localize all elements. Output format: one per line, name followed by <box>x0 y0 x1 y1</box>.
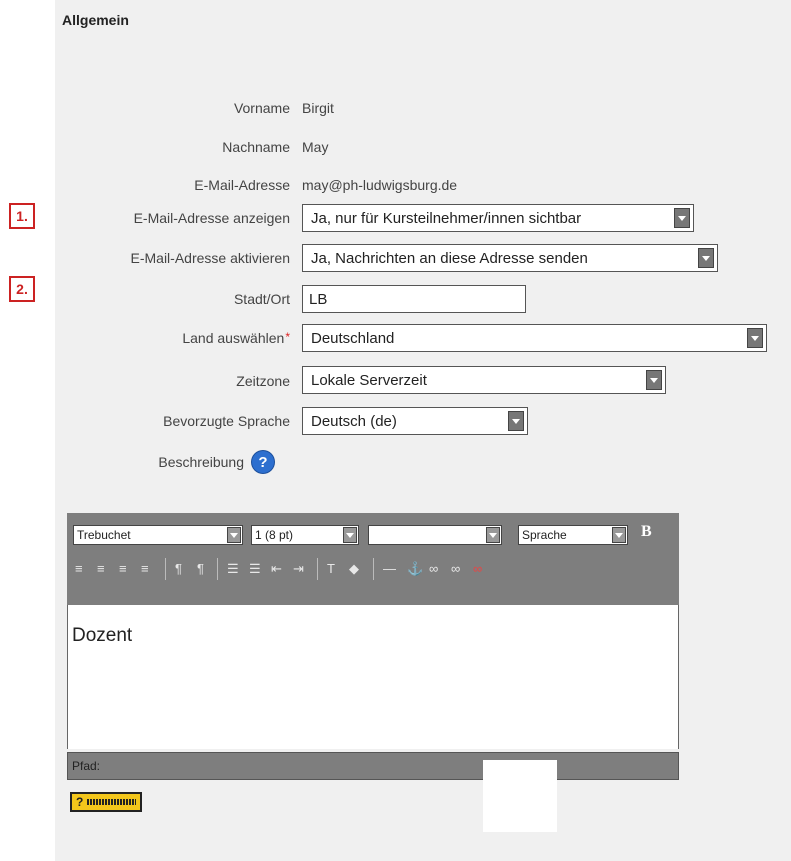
editor-toolbar: Trebuchet 1 (8 pt) Sprache B ≡ ≡ ≡ ≡ ¶ ¶… <box>67 513 679 605</box>
indent-icon[interactable]: ⇥ <box>293 561 304 577</box>
email-display-label: E-Mail-Adresse anzeigen <box>133 210 290 226</box>
text-color-icon[interactable]: T <box>327 561 335 576</box>
html-editor: Trebuchet 1 (8 pt) Sprache B ≡ ≡ ≡ ≡ ¶ ¶… <box>67 513 679 780</box>
background-color-icon[interactable]: ◆ <box>349 561 359 577</box>
description-label: Beschreibung <box>158 454 244 470</box>
horizontal-rule-icon[interactable]: — <box>383 561 396 576</box>
language-label: Bevorzugte Sprache <box>163 413 290 429</box>
align-center-icon[interactable]: ≡ <box>97 561 105 576</box>
city-label: Stadt/Ort <box>233 291 290 307</box>
no-link-icon[interactable]: ∞ <box>473 561 482 576</box>
font-family-select[interactable]: Trebuchet <box>73 525 243 545</box>
required-marker: * <box>285 330 290 344</box>
chevron-down-icon[interactable] <box>227 527 241 543</box>
bold-button[interactable]: B <box>641 523 652 541</box>
toolbar-divider <box>165 558 166 580</box>
question-circle-icon[interactable]: ? <box>252 451 274 473</box>
unordered-list-icon[interactable]: ☰ <box>249 561 261 577</box>
toolbar-divider <box>317 558 318 580</box>
firstname-label: Vorname <box>233 100 290 116</box>
email-enable-label: E-Mail-Adresse aktivieren <box>130 250 291 266</box>
language-select-editor[interactable]: Sprache <box>518 525 628 545</box>
ordered-list-icon[interactable]: ☰ <box>227 561 239 577</box>
email-enable-select[interactable]: Ja, Nachrichten an diese Adresse senden <box>302 244 718 272</box>
editor-statusbar: Pfad: <box>67 752 679 780</box>
toolbar-divider <box>217 558 218 580</box>
outdent-icon[interactable]: ⇤ <box>271 561 282 577</box>
chevron-down-icon[interactable] <box>508 411 524 431</box>
chevron-down-icon[interactable] <box>612 527 626 543</box>
chevron-down-icon[interactable] <box>486 527 500 543</box>
country-value: Deutschland <box>311 329 395 347</box>
align-right-icon[interactable]: ≡ <box>119 561 127 576</box>
font-size-value: 1 (8 pt) <box>255 528 294 542</box>
toolbar-divider <box>373 558 374 580</box>
email-display-select[interactable]: Ja, nur für Kursteilnehmer/innen sichtba… <box>302 204 694 232</box>
firstname-value: Birgit <box>302 100 334 116</box>
lastname-label: Nachname <box>222 139 290 155</box>
chevron-down-icon[interactable] <box>698 248 714 268</box>
font-family-value: Trebuchet <box>77 528 131 542</box>
marker-1: 1. <box>9 203 35 229</box>
link-icon[interactable]: ∞ <box>429 561 438 576</box>
align-left-icon[interactable]: ≡ <box>75 561 83 576</box>
email-display-value: Ja, nur für Kursteilnehmer/innen sichtba… <box>311 209 582 227</box>
help-badge-label: ? <box>76 795 84 809</box>
align-justify-icon[interactable]: ≡ <box>141 561 149 576</box>
language-value: Deutsch (de) <box>311 412 397 430</box>
anchor-icon[interactable]: ⚓ <box>407 561 423 577</box>
editor-help-button[interactable]: ? <box>70 792 142 812</box>
country-label-text: Land auswählen <box>182 330 285 346</box>
editor-language-value: Sprache <box>522 528 567 542</box>
language-select[interactable]: Deutsch (de) <box>302 407 528 435</box>
chevron-down-icon[interactable] <box>747 328 763 348</box>
path-label: Pfad: <box>72 759 101 773</box>
keyboard-icon <box>87 799 136 805</box>
editor-content[interactable]: Dozent <box>67 605 679 749</box>
rtl-icon[interactable]: ¶ <box>197 561 204 576</box>
timezone-label: Zeitzone <box>236 373 290 389</box>
marker-2: 2. <box>9 276 35 302</box>
country-select[interactable]: Deutschland <box>302 324 767 352</box>
email-value: may@ph-ludwigsburg.de <box>302 177 458 193</box>
chevron-down-icon[interactable] <box>674 208 690 228</box>
ltr-icon[interactable]: ¶ <box>175 561 182 576</box>
lastname-value: May <box>302 139 329 155</box>
unlink-icon[interactable]: ∞ <box>451 561 460 576</box>
chevron-down-icon[interactable] <box>343 527 357 543</box>
section-title: Allgemein <box>62 12 129 28</box>
email-enable-value: Ja, Nachrichten an diese Adresse senden <box>311 249 588 267</box>
timezone-select[interactable]: Lokale Serverzeit <box>302 366 666 394</box>
timezone-value: Lokale Serverzeit <box>311 371 427 389</box>
email-label: E-Mail-Adresse <box>194 177 290 193</box>
chevron-down-icon[interactable] <box>646 370 662 390</box>
country-label: Land auswählen* <box>182 330 290 346</box>
city-input[interactable]: LB <box>302 285 526 313</box>
format-select[interactable] <box>368 525 502 545</box>
font-size-select[interactable]: 1 (8 pt) <box>251 525 359 545</box>
blank-area <box>483 760 557 832</box>
